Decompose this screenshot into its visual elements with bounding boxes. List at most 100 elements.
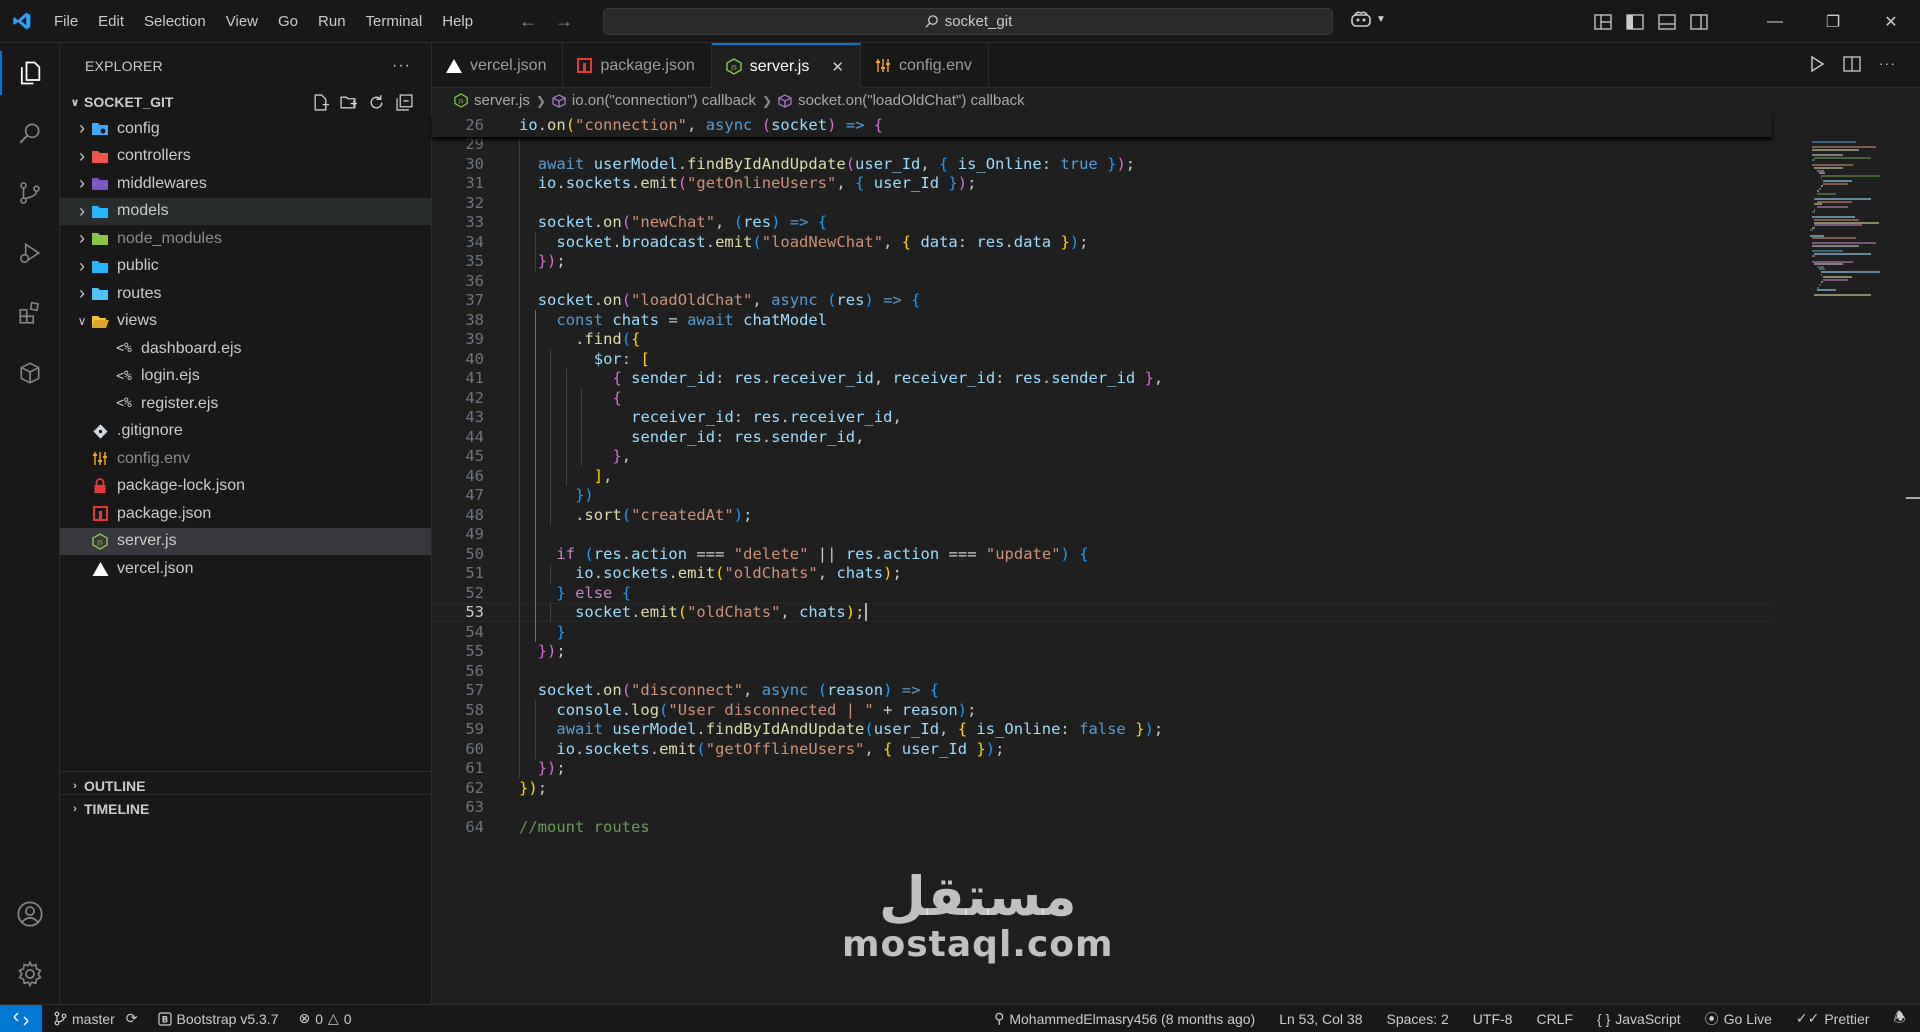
manage-gear-icon[interactable]	[0, 944, 60, 1004]
close-tab-icon[interactable]: ✕	[831, 58, 844, 76]
code-line[interactable]: 41 { sender_id: res.receiver_id, receive…	[432, 369, 1772, 389]
code-line[interactable]: 38 const chats = await chatModel	[432, 310, 1772, 330]
tree-item-config-env[interactable]: config.env	[60, 445, 431, 473]
split-editor-icon[interactable]	[1843, 55, 1861, 73]
code-line[interactable]: 40 $or: [	[432, 349, 1772, 369]
code-line[interactable]: 56	[432, 661, 1772, 681]
command-center-search[interactable]: socket_git	[603, 8, 1333, 35]
timeline-section[interactable]: › TIMELINE	[60, 794, 432, 822]
code-line[interactable]: 42 {	[432, 388, 1772, 408]
tree-item-routes[interactable]: › routes	[60, 280, 431, 308]
prettier-status[interactable]: ✓✓ Prettier	[1796, 1010, 1870, 1027]
tab-server-js[interactable]: JS server.js ✕	[711, 43, 861, 88]
copilot-icon[interactable]: ▼	[1350, 10, 1386, 28]
menu-file[interactable]: File	[44, 0, 88, 43]
source-control-icon[interactable]	[0, 163, 60, 223]
sticky-scroll-line[interactable]: 26 io.on("connection", async (socket) =>…	[432, 113, 1772, 137]
refresh-icon[interactable]	[368, 94, 385, 111]
tree-item-views[interactable]: ∨ views	[60, 308, 431, 336]
workspace-root[interactable]: ∨ SOCKET_GIT	[60, 89, 431, 115]
code-line[interactable]: 60 io.sockets.emit("getOfflineUsers", { …	[432, 739, 1772, 759]
code-line[interactable]: 63	[432, 798, 1772, 818]
breadcrumb-item[interactable]: server.js	[474, 92, 530, 109]
back-arrow-icon[interactable]: ←	[519, 11, 537, 32]
notifications-bell-icon[interactable]: 🕭	[1893, 1007, 1906, 1031]
tab-config-env[interactable]: config.env	[861, 43, 989, 88]
breadcrumb-item[interactable]: io.on("connection") callback	[572, 92, 756, 109]
tree-item-login-ejs[interactable]: <% login.ejs	[60, 363, 431, 391]
go-live-button[interactable]: ⦿ Go Live	[1705, 1009, 1772, 1029]
menu-selection[interactable]: Selection	[134, 0, 216, 43]
tree-item-package-json[interactable]: package.json	[60, 500, 431, 528]
code-line[interactable]: 48 .sort("createdAt");	[432, 505, 1772, 525]
tree-item-middlewares[interactable]: › middlewares	[60, 170, 431, 198]
more-actions-icon[interactable]: ···	[1879, 55, 1896, 73]
code-line[interactable]: 34 socket.broadcast.emit("loadNewChat", …	[432, 232, 1772, 252]
tree-item-controllers[interactable]: › controllers	[60, 143, 431, 171]
cursor-position[interactable]: Ln 53, Col 38	[1279, 1011, 1362, 1027]
tree-item-public[interactable]: › public	[60, 253, 431, 281]
tree-item-package-lock-json[interactable]: package-lock.json	[60, 473, 431, 501]
customize-layout-icon[interactable]	[1594, 13, 1612, 30]
menu-terminal[interactable]: Terminal	[356, 0, 433, 43]
code-line[interactable]: 64 //mount routes	[432, 817, 1772, 837]
breadcrumb-item[interactable]: socket.on("loadOldChat") callback	[798, 92, 1025, 109]
code-line[interactable]: 49	[432, 525, 1772, 545]
explorer-icon[interactable]	[0, 43, 60, 103]
menu-run[interactable]: Run	[308, 0, 356, 43]
code-line[interactable]: 43 receiver_id: res.receiver_id,	[432, 408, 1772, 428]
tab-vercel-json[interactable]: vercel.json	[432, 43, 564, 88]
collapse-all-icon[interactable]	[396, 93, 413, 111]
git-blame-status[interactable]: ⚲ MohammedElmasry456 (8 months ago)	[994, 1010, 1255, 1027]
code-line[interactable]: 36	[432, 271, 1772, 291]
menu-go[interactable]: Go	[268, 0, 308, 43]
tree-item--gitignore[interactable]: .gitignore	[60, 418, 431, 446]
code-line[interactable]: 62});	[432, 778, 1772, 798]
restore-icon[interactable]: ❐	[1804, 0, 1862, 43]
tree-item-config[interactable]: › config	[60, 115, 431, 143]
extensions-icon[interactable]	[0, 283, 60, 343]
new-file-icon[interactable]	[312, 93, 329, 111]
code-line[interactable]: 57 socket.on("disconnect", async (reason…	[432, 681, 1772, 701]
tree-item-models[interactable]: › models	[60, 197, 431, 225]
tab-package-json[interactable]: package.json	[563, 43, 712, 88]
remote-window-icon[interactable]	[0, 1004, 42, 1032]
new-folder-icon[interactable]	[340, 94, 357, 111]
code-line[interactable]: 30 await userModel.findByIdAndUpdate(use…	[432, 154, 1772, 174]
code-line[interactable]: 44 sender_id: res.sender_id,	[432, 427, 1772, 447]
problems-status[interactable]: ⊗ 0 △ 0	[298, 1010, 351, 1027]
search-icon[interactable]	[0, 103, 60, 163]
account-icon[interactable]	[0, 884, 60, 944]
code-line[interactable]: 55 });	[432, 642, 1772, 662]
tree-item-vercel-json[interactable]: vercel.json	[60, 555, 431, 583]
toggle-secondary-sidebar-icon[interactable]	[1690, 13, 1708, 30]
more-actions-icon[interactable]: ···	[392, 57, 411, 75]
encoding[interactable]: UTF-8	[1473, 1011, 1513, 1027]
code-line[interactable]: 58 console.log("User disconnected | " + …	[432, 700, 1772, 720]
tree-item-register-ejs[interactable]: <% register.ejs	[60, 390, 431, 418]
code-line[interactable]: 52 } else {	[432, 583, 1772, 603]
code-line[interactable]: 35 });	[432, 252, 1772, 272]
tree-item-node-modules[interactable]: › node_modules	[60, 225, 431, 253]
toggle-panel-icon[interactable]	[1658, 13, 1676, 30]
menu-edit[interactable]: Edit	[88, 0, 134, 43]
close-window-icon[interactable]: ✕	[1862, 0, 1920, 43]
code-line[interactable]: 45 },	[432, 447, 1772, 467]
code-line[interactable]: 29	[432, 135, 1772, 155]
end-of-line[interactable]: CRLF	[1536, 1011, 1573, 1027]
run-debug-icon[interactable]	[0, 223, 60, 283]
run-code-icon[interactable]	[1809, 55, 1825, 73]
minimap[interactable]	[1810, 141, 1900, 321]
bootstrap-status[interactable]: B Bootstrap v5.3.7	[157, 1011, 278, 1027]
code-line[interactable]: 32	[432, 193, 1772, 213]
forward-arrow-icon[interactable]: →	[555, 11, 573, 32]
code-line[interactable]: 39 .find({	[432, 330, 1772, 350]
code-line[interactable]: 53 socket.emit("oldChats", chats);	[432, 602, 1772, 622]
remote-explorer-icon[interactable]	[0, 343, 60, 403]
code-line[interactable]: 31 io.sockets.emit("getOnlineUsers", { u…	[432, 174, 1772, 194]
minimize-icon[interactable]: —	[1746, 0, 1804, 43]
code-line[interactable]: 46 ],	[432, 466, 1772, 486]
branch-status[interactable]: master ⟳	[54, 1010, 138, 1027]
code-line[interactable]: 54 }	[432, 622, 1772, 642]
tree-item-server-js[interactable]: JS server.js	[60, 527, 431, 555]
